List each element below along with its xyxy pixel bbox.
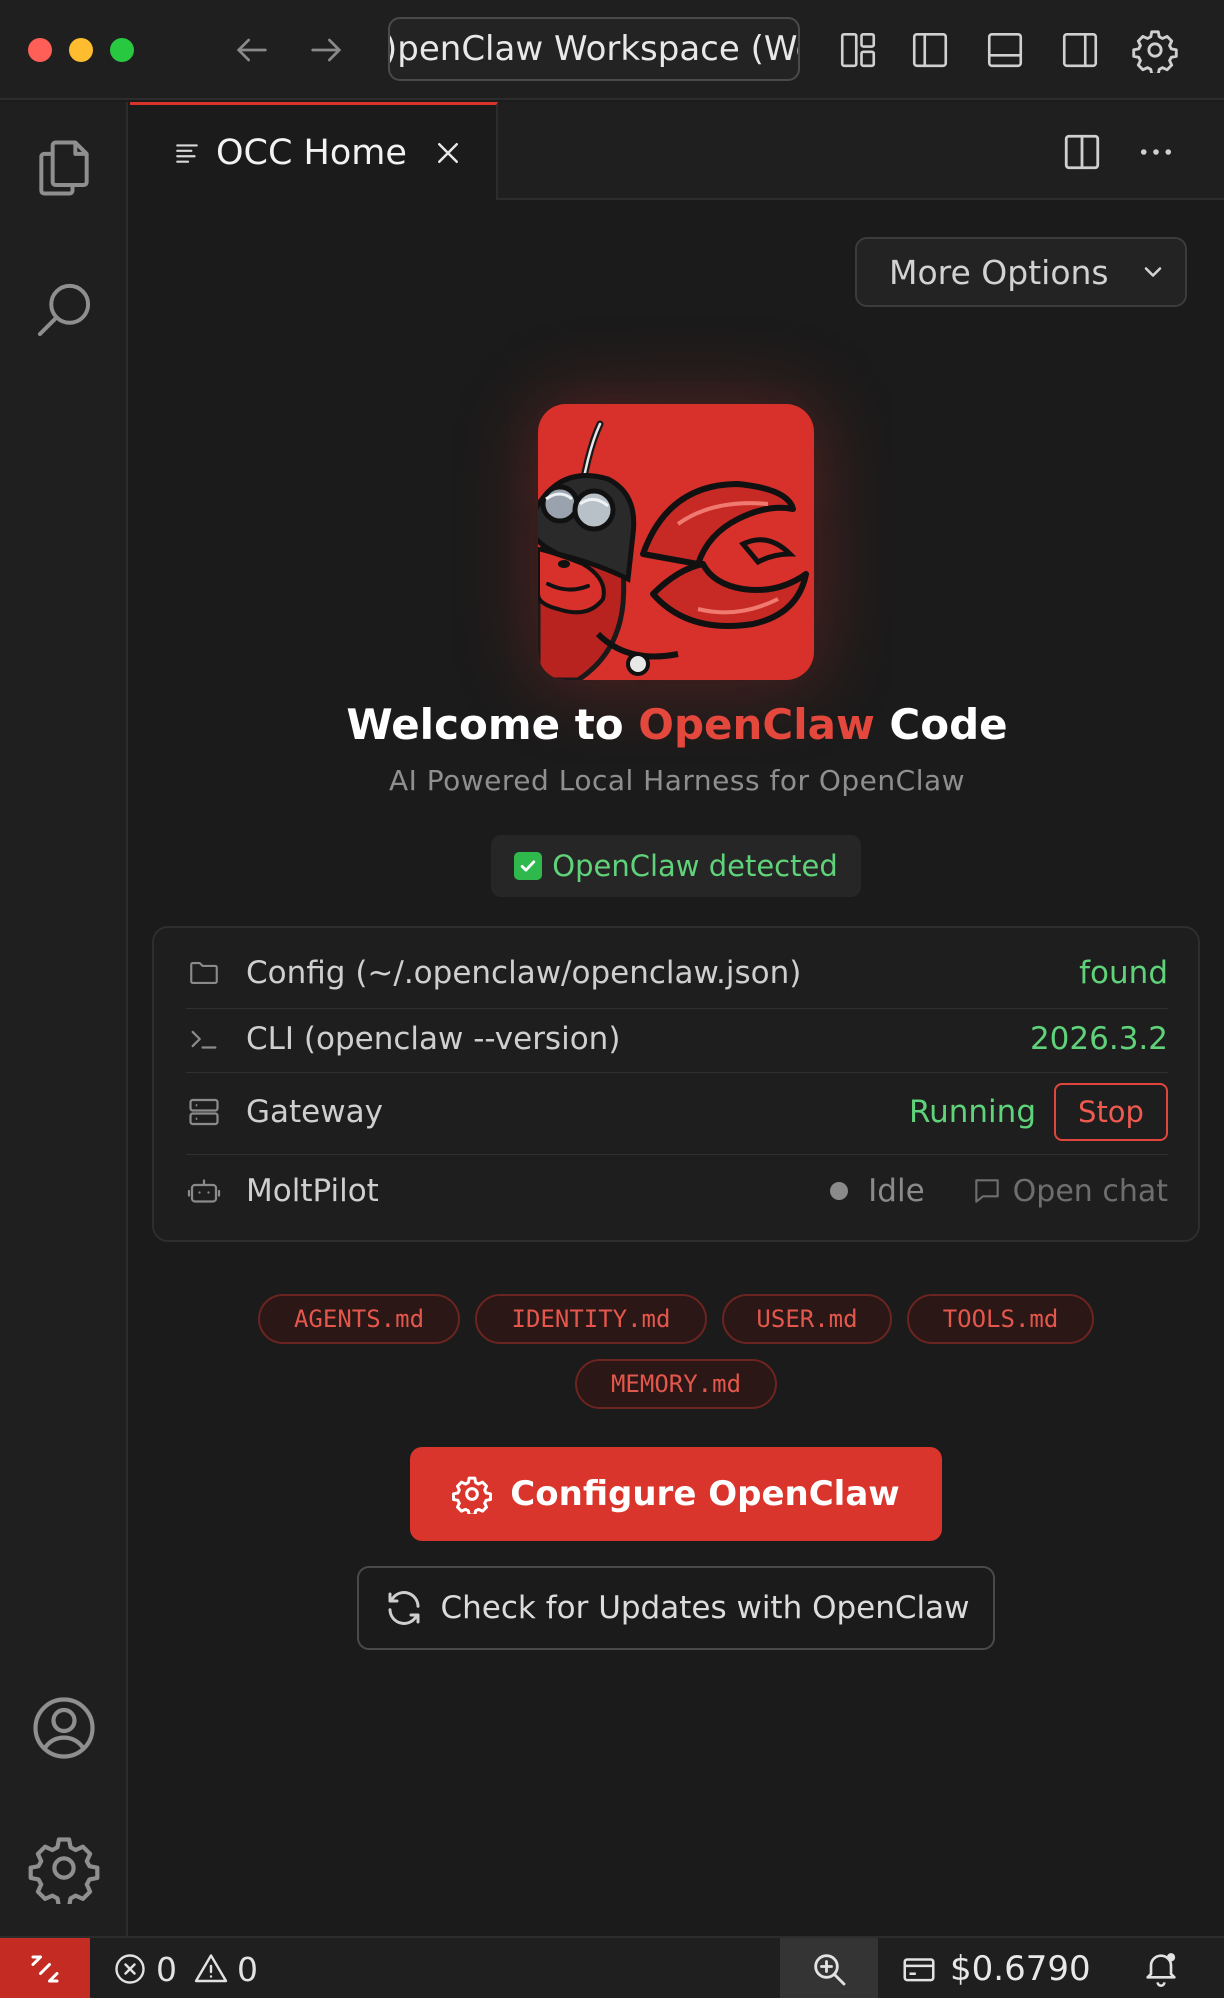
command-center-search[interactable]: )penClaw Workspace (Wo bbox=[388, 17, 800, 81]
welcome-suffix: Code bbox=[874, 700, 1008, 749]
status-row-gateway: Gateway Running Stop bbox=[186, 1078, 1168, 1146]
open-chat-button[interactable]: Open chat bbox=[971, 1174, 1168, 1209]
credit-card-icon bbox=[903, 1958, 935, 1982]
updates-label: Check for Updates with OpenClaw bbox=[440, 1590, 970, 1626]
arrow-left-icon[interactable] bbox=[226, 24, 278, 76]
refresh-icon bbox=[388, 1591, 419, 1625]
list-icon bbox=[174, 140, 200, 166]
panel-bottom-icon[interactable] bbox=[977, 22, 1033, 78]
close-icon[interactable] bbox=[431, 136, 465, 170]
more-options-dropdown[interactable]: More Options bbox=[855, 237, 1187, 307]
account-icon[interactable] bbox=[24, 1688, 104, 1768]
arrow-right-icon[interactable] bbox=[300, 24, 352, 76]
status-card: Config (~/.openclaw/openclaw.json) found… bbox=[152, 926, 1200, 1242]
cli-version: 2026.3.2 bbox=[1029, 1021, 1168, 1057]
error-icon bbox=[115, 1954, 145, 1984]
check-updates-button[interactable]: Check for Updates with OpenClaw bbox=[357, 1566, 995, 1650]
gear-icon bbox=[452, 1476, 493, 1514]
workspace-title: )penClaw Workspace (Wo bbox=[388, 29, 800, 69]
welcome-prefix: Welcome to bbox=[346, 700, 639, 749]
welcome-brand: OpenClaw bbox=[638, 700, 875, 749]
window-maximize-button[interactable] bbox=[110, 38, 134, 62]
editor-tab-strip: OCC Home bbox=[130, 102, 1224, 200]
sidebar-right-icon[interactable] bbox=[1052, 22, 1108, 78]
split-editor-icon[interactable] bbox=[1054, 124, 1110, 180]
files-icon[interactable] bbox=[24, 128, 104, 208]
manage-gear-icon[interactable] bbox=[24, 1828, 104, 1908]
search-icon[interactable] bbox=[24, 270, 104, 350]
divider bbox=[186, 1008, 1168, 1009]
file-chip-memory[interactable]: MEMORY.md bbox=[575, 1359, 777, 1409]
moltpilot-status: Idle bbox=[868, 1173, 925, 1209]
open-chat-label: Open chat bbox=[1012, 1173, 1168, 1209]
problems-indicator[interactable]: 0 0 bbox=[112, 1938, 274, 1998]
tab-label: OCC Home bbox=[216, 132, 407, 173]
warning-count: 0 bbox=[237, 1949, 258, 1989]
status-row-moltpilot: MoltPilot Idle Open chat bbox=[186, 1160, 1168, 1222]
welcome-heading: Welcome to OpenClaw Code bbox=[130, 700, 1224, 749]
gateway-label: Gateway bbox=[246, 1094, 383, 1130]
file-chip-agents[interactable]: AGENTS.md bbox=[258, 1294, 460, 1344]
gateway-status: Running bbox=[908, 1094, 1036, 1130]
status-row-cli: CLI (openclaw --version) 2026.3.2 bbox=[186, 1014, 1168, 1064]
layout-icon[interactable] bbox=[830, 22, 886, 78]
activity-bar bbox=[0, 102, 128, 1936]
cost-indicator[interactable]: $0.6790 bbox=[900, 1938, 1091, 1998]
configure-openclaw-button[interactable]: Configure OpenClaw bbox=[410, 1447, 942, 1541]
welcome-subtitle: AI Powered Local Harness for OpenClaw bbox=[388, 764, 966, 797]
gateway-stop-button[interactable]: Stop bbox=[1054, 1083, 1168, 1141]
divider bbox=[186, 1072, 1168, 1073]
config-label: Config (~/.openclaw/openclaw.json) bbox=[246, 955, 802, 991]
gear-icon[interactable] bbox=[1127, 22, 1183, 78]
folder-icon bbox=[186, 955, 222, 991]
moltpilot-label: MoltPilot bbox=[246, 1173, 379, 1209]
robot-icon bbox=[186, 1173, 222, 1209]
warning-icon bbox=[194, 1954, 228, 1983]
chevron-down-icon bbox=[1139, 258, 1167, 286]
configure-label: Configure OpenClaw bbox=[510, 1474, 900, 1514]
idle-dot-icon bbox=[830, 1182, 849, 1200]
file-chip-user[interactable]: USER.md bbox=[722, 1294, 892, 1344]
window-close-button[interactable] bbox=[28, 38, 52, 62]
terminal-icon bbox=[186, 1021, 222, 1057]
divider bbox=[186, 1154, 1168, 1155]
tab-occ-home[interactable]: OCC Home bbox=[130, 102, 498, 200]
file-chip-identity[interactable]: IDENTITY.md bbox=[475, 1294, 707, 1344]
server-icon bbox=[186, 1094, 222, 1130]
check-icon bbox=[514, 852, 543, 880]
detected-badge: OpenClaw detected bbox=[491, 835, 861, 897]
error-count: 0 bbox=[156, 1949, 177, 1989]
status-row-config: Config (~/.openclaw/openclaw.json) found bbox=[186, 948, 1168, 998]
detected-label: OpenClaw detected bbox=[552, 849, 838, 883]
chat-bubble-icon bbox=[974, 1179, 999, 1203]
more-actions-icon[interactable] bbox=[1128, 124, 1184, 180]
zoom-icon[interactable] bbox=[780, 1938, 878, 1998]
status-bar: 0 0 $0.6790 bbox=[0, 1936, 1224, 1998]
cli-label: CLI (openclaw --version) bbox=[246, 1021, 621, 1057]
window-minimize-button[interactable] bbox=[69, 38, 93, 62]
title-bar: )penClaw Workspace (Wo bbox=[0, 0, 1224, 100]
bell-icon[interactable] bbox=[1136, 1944, 1186, 1994]
more-options-label: More Options bbox=[889, 252, 1109, 292]
remote-icon[interactable] bbox=[0, 1938, 90, 1998]
file-chip-tools[interactable]: TOOLS.md bbox=[907, 1294, 1094, 1344]
config-status: found bbox=[1079, 955, 1168, 991]
openclaw-logo bbox=[538, 404, 814, 680]
sidebar-left-icon[interactable] bbox=[902, 22, 958, 78]
cost-value: $0.6790 bbox=[950, 1949, 1091, 1989]
